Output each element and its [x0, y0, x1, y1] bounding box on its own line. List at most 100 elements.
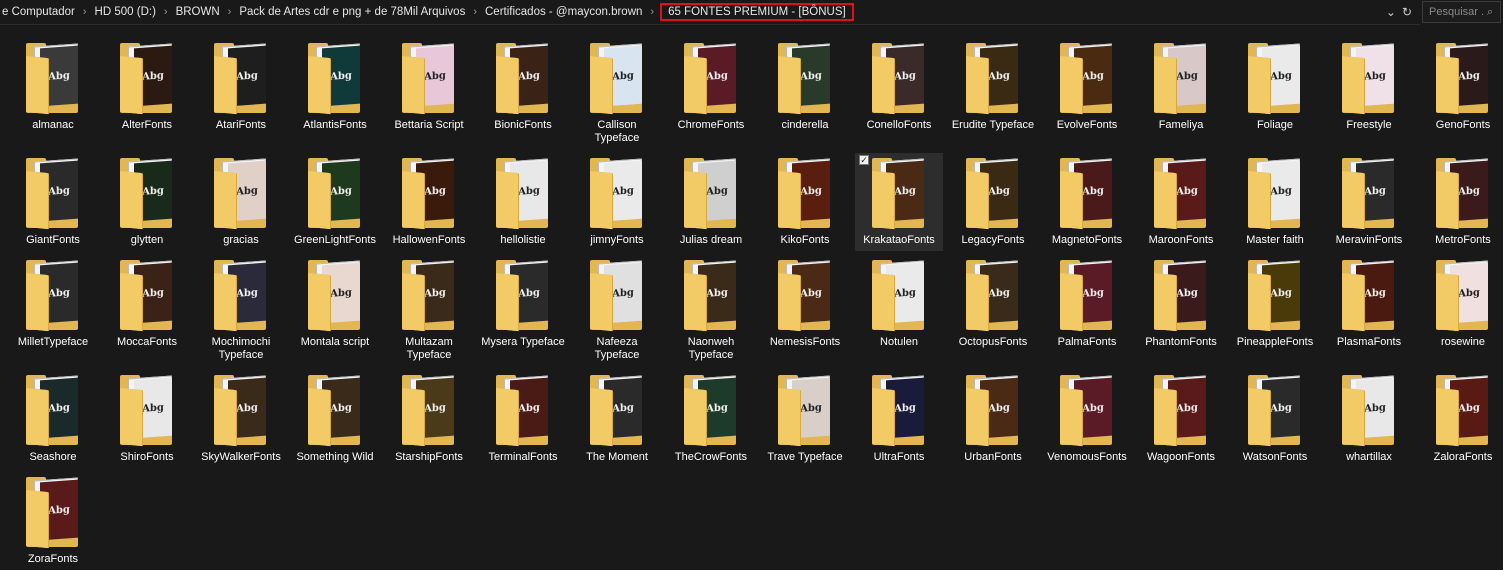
- folder-icon: Abg: [400, 373, 458, 449]
- folder-item[interactable]: Abg WagoonFonts: [1137, 370, 1225, 468]
- address-bar[interactable]: e Computador › HD 500 (D:) › BROWN › Pac…: [0, 0, 1420, 25]
- folder-item[interactable]: Abg UrbanFonts: [949, 370, 1037, 468]
- folder-item[interactable]: Abg Notulen: [855, 255, 943, 366]
- folder-item[interactable]: Abg Montala script: [291, 255, 379, 366]
- checkbox[interactable]: ✓: [859, 155, 869, 165]
- folder-item[interactable]: Abg rosewine: [1419, 255, 1503, 366]
- chevron-right-icon[interactable]: ›: [224, 6, 236, 18]
- folder-item[interactable]: Abg PlasmaFonts: [1325, 255, 1413, 366]
- folder-item[interactable]: Abg cinderella: [761, 38, 849, 149]
- folder-item[interactable]: Abg AtlantisFonts: [291, 38, 379, 149]
- chevron-right-icon[interactable]: ›: [160, 6, 172, 18]
- folder-item[interactable]: Abg GiantFonts: [9, 153, 97, 251]
- folder-item[interactable]: Abg almanac: [9, 38, 97, 149]
- folder-item[interactable]: Abg Freestyle: [1325, 38, 1413, 149]
- folder-label: cinderella: [781, 119, 829, 131]
- folder-item[interactable]: Abg Trave Typeface: [761, 370, 849, 468]
- folder-item[interactable]: Abg MagnetoFonts: [1043, 153, 1131, 251]
- folder-item[interactable]: Abg Fameliya: [1137, 38, 1225, 149]
- folder-item[interactable]: Abg MeravinFonts: [1325, 153, 1413, 251]
- folder-item[interactable]: Abg Master faith: [1231, 153, 1319, 251]
- folder-item[interactable]: Abg Something Wild: [291, 370, 379, 468]
- folder-icon: Abg: [24, 373, 82, 449]
- breadcrumb-item-certificados[interactable]: Certificados - @maycon.brown: [481, 6, 646, 18]
- folder-item[interactable]: Abg EvolveFonts: [1043, 38, 1131, 149]
- folder-item[interactable]: Abg ChromeFonts: [667, 38, 755, 149]
- folder-item[interactable]: Abg PineappleFonts: [1231, 255, 1319, 366]
- folder-item[interactable]: Abg Seashore: [9, 370, 97, 468]
- folder-item[interactable]: Abg GreenLightFonts: [291, 153, 379, 251]
- folder-item[interactable]: Abg SkyWalkerFonts: [197, 370, 285, 468]
- folder-item[interactable]: Abg Mysera Typeface: [479, 255, 567, 366]
- folder-icon: Abg: [1434, 258, 1492, 334]
- folder-item[interactable]: Abg jimnyFonts: [573, 153, 661, 251]
- search-input[interactable]: [1429, 6, 1485, 18]
- folder-item[interactable]: Abg StarshipFonts: [385, 370, 473, 468]
- folder-item[interactable]: Abg ZoraFonts: [9, 472, 97, 570]
- folder-item[interactable]: Abg KikoFonts: [761, 153, 849, 251]
- folder-item[interactable]: Abg Foliage: [1231, 38, 1319, 149]
- folder-icon: Abg: [588, 156, 646, 232]
- folder-item[interactable]: Abg Bettaria Script: [385, 38, 473, 149]
- folder-item[interactable]: Abg Naonweh Typeface: [667, 255, 755, 366]
- folder-item[interactable]: Abg WatsonFonts: [1231, 370, 1319, 468]
- folder-label: almanac: [32, 119, 74, 131]
- folder-label: AtariFonts: [215, 119, 267, 131]
- chevron-right-icon[interactable]: ›: [646, 6, 658, 18]
- chevron-down-icon[interactable]: ⌄: [1386, 5, 1396, 19]
- folder-item[interactable]: Abg TerminalFonts: [479, 370, 567, 468]
- folder-item[interactable]: Abg MaroonFonts: [1137, 153, 1225, 251]
- folder-item[interactable]: Abg UltraFonts: [855, 370, 943, 468]
- folder-item[interactable]: Abg Julias dream: [667, 153, 755, 251]
- folder-item[interactable]: Abg NemesisFonts: [761, 255, 849, 366]
- folder-item[interactable]: Abg The Moment: [573, 370, 661, 468]
- folder-item[interactable]: Abg glytten: [103, 153, 191, 251]
- folder-item[interactable]: Abg MoccaFonts: [103, 255, 191, 366]
- folder-label: Notulen: [880, 336, 918, 348]
- chevron-right-icon[interactable]: ›: [79, 6, 91, 18]
- search-icon[interactable]: ⌕: [1487, 6, 1493, 19]
- folder-item[interactable]: Abg BionicFonts: [479, 38, 567, 149]
- breadcrumb-item-computer[interactable]: e Computador: [0, 6, 79, 18]
- folder-item[interactable]: Abg AtariFonts: [197, 38, 285, 149]
- folder-item[interactable]: Abg LegacyFonts: [949, 153, 1037, 251]
- folder-label: whartillax: [1346, 451, 1392, 463]
- folder-item[interactable]: Abg ZaloraFonts: [1419, 370, 1503, 468]
- folder-item[interactable]: Abg MetroFonts: [1419, 153, 1503, 251]
- folder-item[interactable]: Abg PalmaFonts: [1043, 255, 1131, 366]
- folder-item[interactable]: Abg Nafeeza Typeface: [573, 255, 661, 366]
- folder-item[interactable]: Abg ShiroFonts: [103, 370, 191, 468]
- breadcrumb-item-current[interactable]: 65 FONTES PREMIUM - [BÔNUS]: [660, 3, 854, 21]
- folder-item[interactable]: Abg Callison Typeface: [573, 38, 661, 149]
- search-box[interactable]: ⌕: [1422, 1, 1501, 23]
- breadcrumb-item-brown[interactable]: BROWN: [172, 6, 224, 18]
- folder-item[interactable]: Abg AlterFonts: [103, 38, 191, 149]
- folder-item[interactable]: Abg MilletTypeface: [9, 255, 97, 366]
- folder-icon: Abg: [588, 41, 646, 117]
- folder-item[interactable]: Abg Multazam Typeface: [385, 255, 473, 366]
- breadcrumb-item-pack[interactable]: Pack de Artes cdr e png + de 78Mil Arqui…: [235, 6, 469, 18]
- refresh-icon[interactable]: ↻: [1402, 5, 1412, 19]
- folder-item[interactable]: Abg gracias: [197, 153, 285, 251]
- folder-item[interactable]: Abg GenoFonts: [1419, 38, 1503, 149]
- folder-item[interactable]: Abg HallowenFonts: [385, 153, 473, 251]
- folder-item[interactable]: ✓ Abg KrakataoFonts: [855, 153, 943, 251]
- folder-icon: Abg: [870, 41, 928, 117]
- folder-item[interactable]: Abg Mochimochi Typeface: [197, 255, 285, 366]
- chevron-right-icon[interactable]: ›: [469, 6, 481, 18]
- folder-label: Naonweh Typeface: [687, 336, 735, 361]
- folder-item[interactable]: Abg ConelloFonts: [855, 38, 943, 149]
- folder-icon: Abg: [964, 41, 1022, 117]
- folder-item[interactable]: Abg hellolistie: [479, 153, 567, 251]
- folder-label: ShiroFonts: [120, 451, 174, 463]
- folder-item[interactable]: Abg PhantomFonts: [1137, 255, 1225, 366]
- folder-label: MilletTypeface: [17, 336, 89, 348]
- folder-item[interactable]: Abg Erudite Typeface: [949, 38, 1037, 149]
- folder-item[interactable]: Abg TheCrowFonts: [667, 370, 755, 468]
- breadcrumb-item-drive[interactable]: HD 500 (D:): [91, 6, 160, 18]
- folder-item[interactable]: Abg VenomousFonts: [1043, 370, 1131, 468]
- folder-label: PineappleFonts: [1236, 336, 1314, 348]
- folder-icon: Abg: [1340, 41, 1398, 117]
- folder-item[interactable]: Abg OctopusFonts: [949, 255, 1037, 366]
- folder-item[interactable]: Abg whartillax: [1325, 370, 1413, 468]
